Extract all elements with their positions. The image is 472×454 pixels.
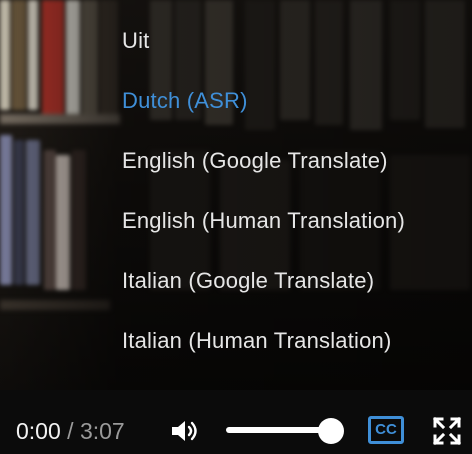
time-separator: / [67,418,74,444]
video-player[interactable]: Uit Dutch (ASR) English (Google Translat… [0,0,472,454]
caption-option-italian-google[interactable]: Italian (Google Translate) [122,268,374,294]
caption-option-italian-human[interactable]: Italian (Human Translation) [122,328,392,354]
duration: 3:07 [79,418,125,444]
volume-slider-thumb[interactable] [318,418,344,444]
volume-icon[interactable] [170,418,204,444]
caption-option-english-human[interactable]: English (Human Translation) [122,208,405,234]
time-display: 0:00 / 3:07 [16,418,125,444]
fullscreen-icon[interactable] [432,416,462,446]
caption-option-dutch-asr[interactable]: Dutch (ASR) [122,88,248,114]
captions-button[interactable]: CC [368,416,404,444]
caption-option-off[interactable]: Uit [122,28,150,54]
current-time: 0:00 [16,418,61,444]
captions-menu: Uit Dutch (ASR) English (Google Translat… [0,0,472,390]
caption-option-english-google[interactable]: English (Google Translate) [122,148,388,174]
volume-slider-track[interactable] [226,427,332,433]
